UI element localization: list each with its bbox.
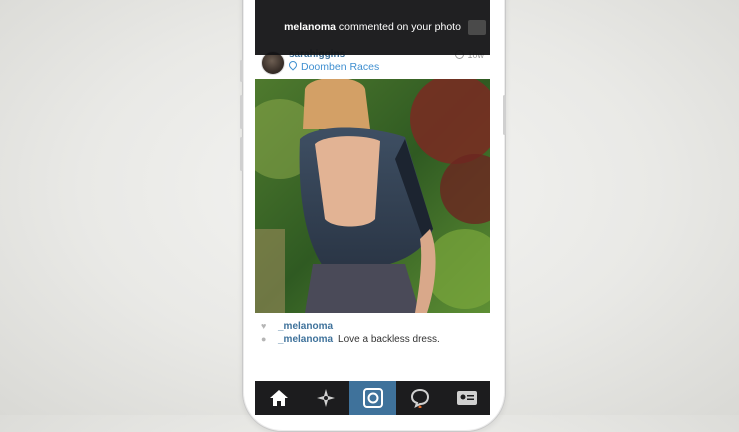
home-icon [269,390,288,406]
tab-explore[interactable] [302,381,349,415]
notification-banner[interactable]: melanoma commented on your photo [255,0,490,55]
photo-image [255,79,490,313]
comment-row: ● _melanoma Love a backless dress. [261,334,440,345]
activity-icon [410,388,429,408]
phone-side-button [240,60,243,82]
post-photo[interactable] [255,79,490,313]
likes-user[interactable]: _melanoma [278,321,333,332]
comment-text: Love a backless dress. [338,334,440,345]
profile-icon [456,391,477,405]
tab-bar [255,381,490,415]
post-location[interactable]: Doomben Races [287,59,380,73]
heart-icon: ♥ [261,321,267,331]
notification-user: melanoma [284,21,336,33]
tab-home[interactable] [255,381,302,415]
tab-profile[interactable] [443,381,490,415]
notification-thumbnail [468,20,486,35]
comment-user[interactable]: _melanoma [278,334,333,345]
notification-text: melanoma commented on your photo [255,21,490,33]
app-screen: melanoma commented on your photo sarahig… [255,0,490,415]
notification-message: commented on your photo [338,21,461,33]
camera-icon [362,388,383,408]
phone-power-button [503,95,506,135]
tab-camera[interactable] [349,381,396,415]
phone-volume-up [240,95,243,129]
tab-activity[interactable] [396,381,443,415]
likes-row: ♥ _melanoma [261,321,338,332]
location-label: Doomben Races [301,61,380,73]
post-social: ♥ _melanoma ● _melanoma Love a backless dre… [255,313,490,383]
comment-bubble-icon: ● [261,334,267,344]
explore-icon [316,389,335,407]
phone-volume-down [240,137,243,171]
location-pin-icon [287,59,299,71]
